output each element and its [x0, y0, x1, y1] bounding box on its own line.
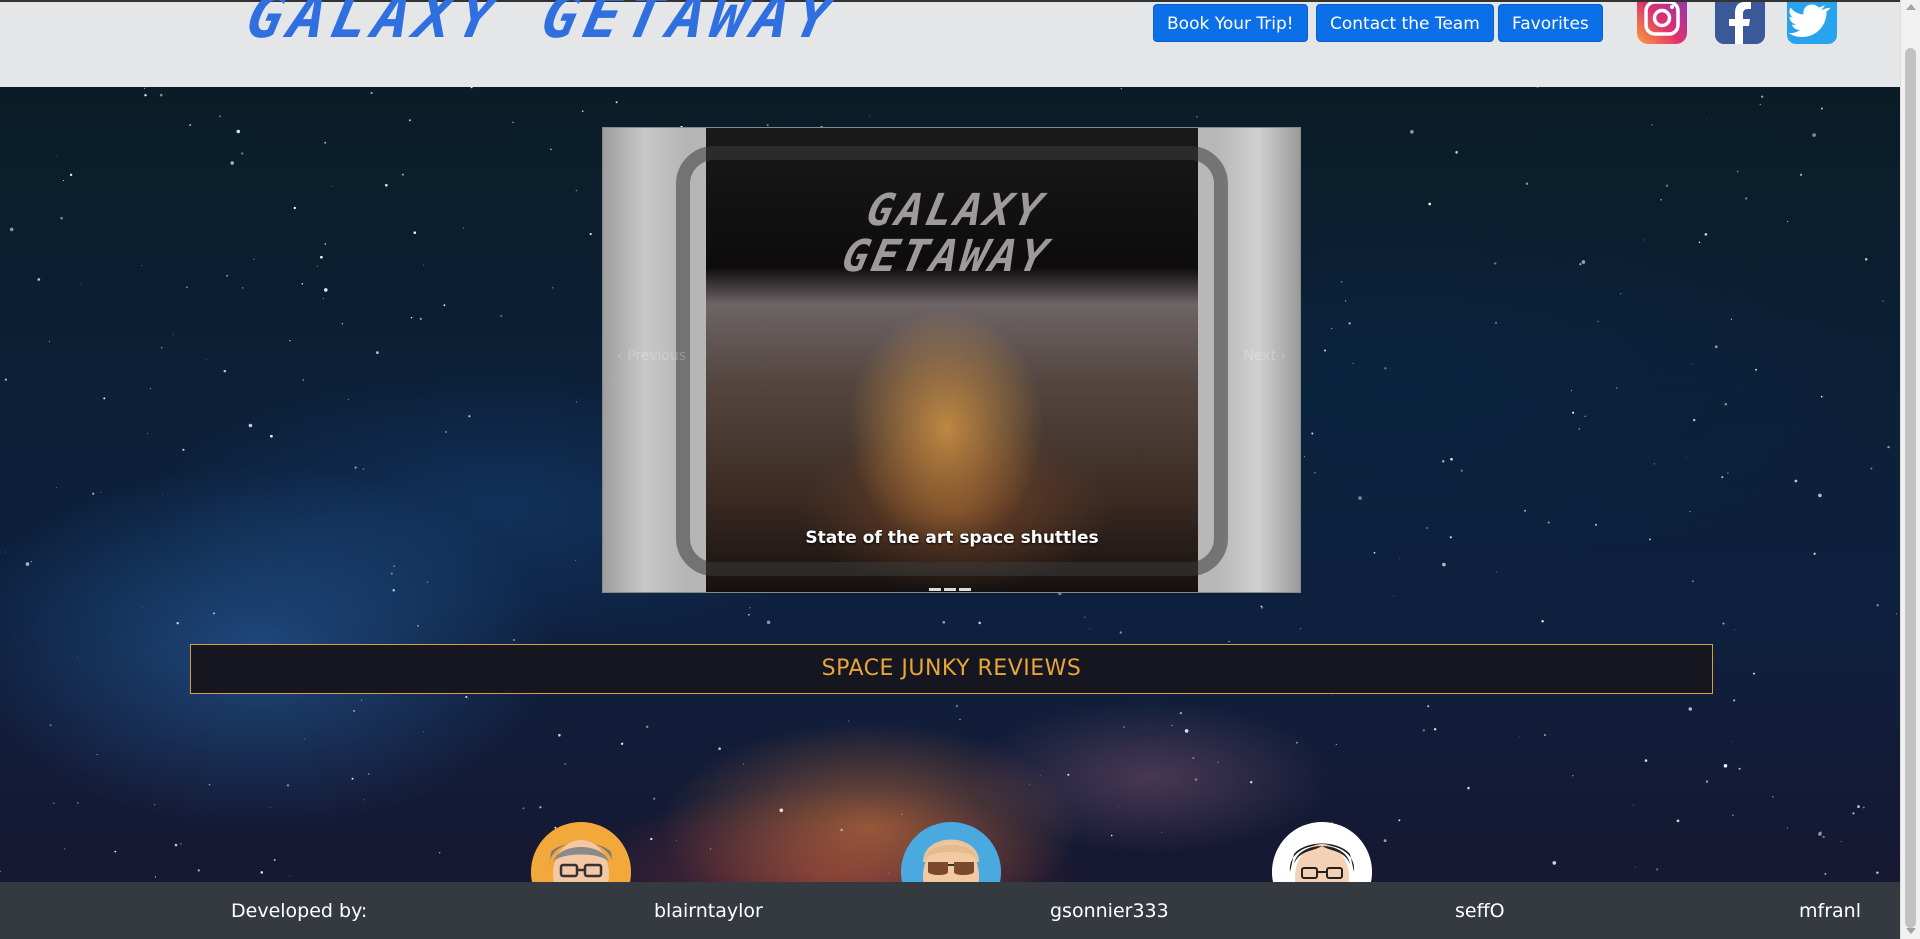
carousel-indicator[interactable]: [944, 588, 956, 591]
carousel-indicators: [929, 588, 971, 591]
developer-name: mfranl: [1799, 900, 1861, 922]
site-header: GALAXY GETAWAY Book Your Trip! Contact t…: [0, 0, 1900, 87]
page-scrollbar[interactable]: [1900, 0, 1920, 939]
contact-team-button[interactable]: Contact the Team: [1316, 4, 1494, 42]
reviews-heading: SPACE JUNKY REVIEWS: [190, 644, 1713, 694]
developed-by-label: Developed by:: [231, 900, 368, 922]
carousel-prev-button[interactable]: ‹ Previous: [617, 348, 686, 364]
carousel-indicator[interactable]: [929, 588, 941, 591]
instagram-icon[interactable]: [1637, 2, 1687, 44]
site-logo[interactable]: GALAXY GETAWAY: [241, 0, 846, 52]
developer-name: blairntaylor: [654, 900, 763, 922]
carousel-caption: State of the art space shuttles: [805, 528, 1099, 548]
developer-name: gsonnier333: [1050, 900, 1169, 922]
developer-name: seffO: [1455, 900, 1505, 922]
carousel-indicator[interactable]: [959, 588, 971, 591]
image-carousel: GALAXY GETAWAY State of the art space sh…: [602, 127, 1301, 593]
facebook-icon[interactable]: [1715, 2, 1765, 44]
carousel-next-button[interactable]: Next ›: [1243, 348, 1286, 364]
site-footer: Developed by: blairntaylor gsonnier333 s…: [0, 882, 1900, 939]
scrollbar-thumb[interactable]: [1905, 48, 1916, 928]
favorites-button[interactable]: Favorites: [1498, 4, 1603, 42]
scroll-down-arrow-icon[interactable]: [1906, 928, 1916, 934]
book-trip-button[interactable]: Book Your Trip!: [1153, 4, 1308, 42]
scroll-up-arrow-icon[interactable]: [1906, 4, 1916, 10]
twitter-icon[interactable]: [1787, 2, 1837, 44]
carousel-slide: GALAXY GETAWAY State of the art space sh…: [676, 128, 1228, 592]
slide-logo: GALAXY GETAWAY: [837, 185, 1055, 282]
